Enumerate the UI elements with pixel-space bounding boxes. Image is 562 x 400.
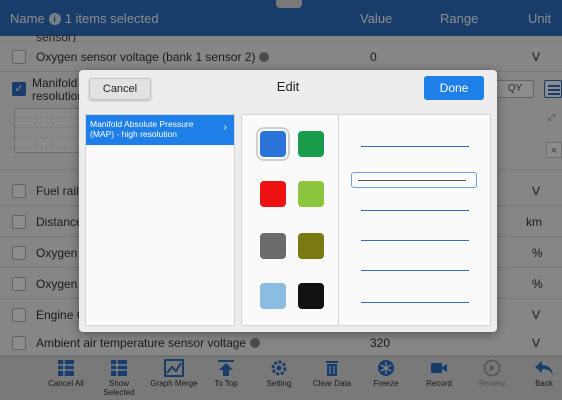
color-swatch[interactable] [260,233,286,259]
line-style-option[interactable] [355,203,479,219]
line-style-option-selected[interactable] [351,172,477,188]
color-swatch[interactable] [298,131,324,157]
line-style-option[interactable] [355,139,479,155]
parameter-list-panel: Manifold Absolute Pressure (MAP) - high … [85,114,235,326]
color-picker [241,114,339,326]
parameter-item-selected[interactable]: Manifold Absolute Pressure (MAP) - high … [86,115,234,145]
edit-dialog: Edit Cancel Done Manifold Absolute Press… [79,70,497,332]
parameter-label: Manifold Absolute Pressure (MAP) - high … [90,119,194,139]
line-style-option[interactable] [355,263,479,279]
color-swatch[interactable] [298,283,324,309]
color-swatch[interactable] [260,283,286,309]
color-swatch[interactable] [260,181,286,207]
color-swatch[interactable] [298,233,324,259]
color-swatch[interactable] [298,181,324,207]
dialog-body: Manifold Absolute Pressure (MAP) - high … [85,114,491,326]
line-style-option[interactable] [355,295,479,311]
done-button[interactable]: Done [424,76,484,100]
line-style-picker [339,114,491,326]
chevron-right-icon: › [223,122,227,133]
color-swatch-selected[interactable] [260,131,286,157]
cancel-button[interactable]: Cancel [89,78,151,100]
line-style-option[interactable] [355,233,479,249]
